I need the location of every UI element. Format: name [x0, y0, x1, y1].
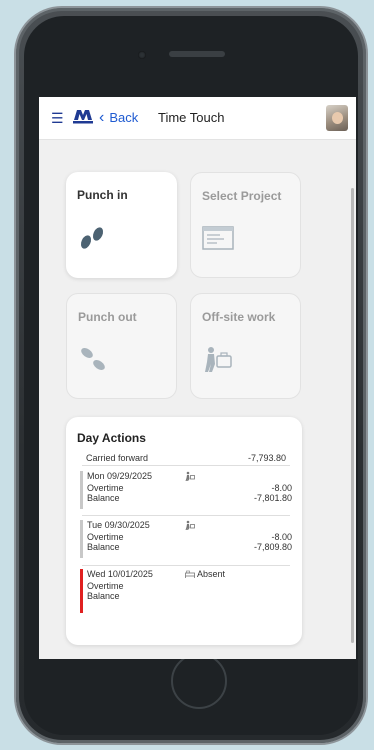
carried-forward-label: Carried forward — [86, 453, 149, 463]
overtime-label: Overtime — [87, 532, 124, 542]
divider — [82, 515, 290, 516]
day-status-bar — [80, 471, 83, 509]
app-logo-icon[interactable] — [73, 108, 93, 124]
footsteps-out-icon — [81, 348, 105, 370]
day-date: Tue 09/30/2025 — [87, 520, 150, 530]
front-camera — [138, 51, 146, 59]
avatar-face — [332, 112, 343, 124]
page-title: Time Touch — [158, 110, 225, 125]
balance-value: -7,801.80 — [253, 493, 292, 503]
overtime-value: -8.00 — [271, 483, 292, 493]
carried-forward-value: -7,793.80 — [247, 453, 286, 463]
divider — [82, 565, 290, 566]
punch-out-tile[interactable]: Punch out — [66, 293, 177, 399]
day-actions-title: Day Actions — [77, 431, 146, 445]
briefcase-walk-icon — [205, 347, 232, 372]
overtime-label: Overtime — [87, 581, 124, 591]
menu-icon[interactable]: ☰ — [51, 111, 64, 125]
day-actions-card: Day Actions Carried forward -7,793.80 Mo… — [66, 417, 302, 645]
balance-label: Balance — [87, 591, 120, 601]
day-status-bar — [80, 569, 83, 613]
footsteps-icon — [80, 227, 104, 249]
balance-label: Balance — [87, 493, 120, 503]
tile-label: Punch out — [78, 310, 137, 324]
app-screen: ☰ ‹ Back Time Touch Punch in Select Proje… — [39, 97, 356, 659]
day-entry[interactable]: Mon 09/29/2025 Overtime -8.00 Balance -7… — [80, 471, 292, 509]
tile-label: Off-site work — [202, 310, 276, 324]
overtime-label: Overtime — [87, 483, 124, 493]
tile-label: Punch in — [77, 188, 128, 202]
earpiece-speaker — [169, 51, 225, 57]
day-entry[interactable]: Tue 09/30/2025 Overtime -8.00 Balance -7… — [80, 520, 292, 558]
home-button[interactable] — [171, 653, 227, 709]
top-bar: ☰ ‹ Back Time Touch — [39, 97, 356, 140]
main-content: Punch in Select Project Punch out Off-si… — [39, 140, 356, 659]
off-site-icon — [185, 520, 195, 530]
balance-value: -7,809.80 — [253, 542, 292, 552]
back-label: Back — [109, 110, 139, 125]
project-window-icon — [202, 226, 234, 250]
back-button[interactable]: ‹ Back — [99, 109, 139, 126]
balance-label: Balance — [87, 542, 120, 552]
day-entry[interactable]: Wed 10/01/2025 Absent Overtime Balance — [80, 569, 292, 613]
day-status-label: Absent — [197, 569, 226, 579]
off-site-work-tile[interactable]: Off-site work — [190, 293, 301, 399]
avatar[interactable] — [326, 105, 348, 131]
absent-icon — [185, 570, 195, 578]
select-project-tile[interactable]: Select Project — [190, 172, 301, 278]
overtime-value: -8.00 — [271, 532, 292, 542]
off-site-icon — [185, 471, 195, 481]
day-status-bar — [80, 520, 83, 558]
day-date: Mon 09/29/2025 — [87, 471, 153, 481]
tile-label: Select Project — [202, 189, 282, 203]
chevron-left-icon: ‹ — [99, 109, 105, 126]
divider — [82, 465, 290, 466]
day-date: Wed 10/01/2025 — [87, 569, 153, 579]
punch-in-tile[interactable]: Punch in — [66, 172, 177, 278]
scrollbar[interactable] — [351, 188, 354, 643]
